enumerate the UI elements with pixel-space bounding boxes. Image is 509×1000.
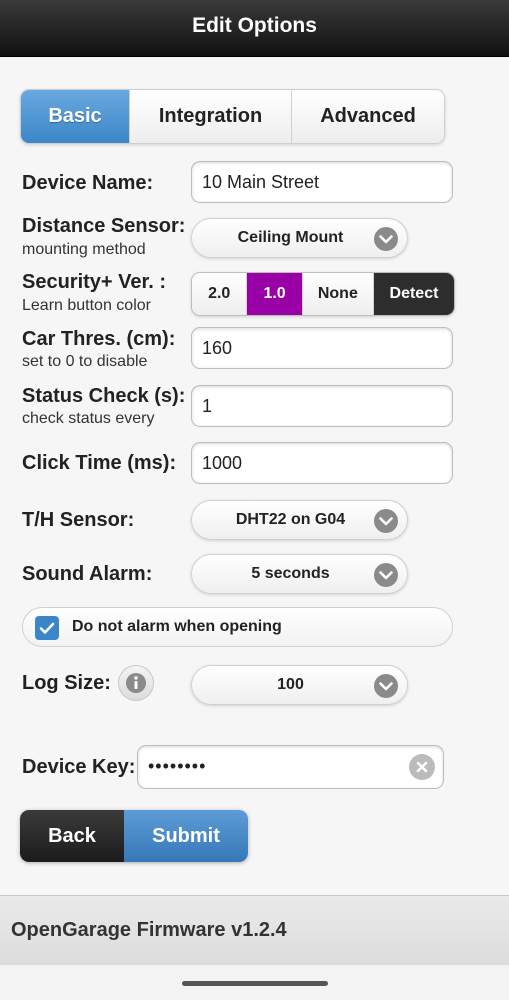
sound-alarm-label: Sound Alarm: (22, 563, 153, 585)
th-sensor-select[interactable]: DHT22 on G04 (191, 500, 408, 540)
security-option-1-0[interactable]: 1.0 (246, 273, 302, 315)
tab-integration[interactable]: Integration (129, 90, 291, 143)
system-nav-bar (0, 965, 509, 1000)
car-threshold-sublabel: set to 0 to disable (22, 353, 148, 370)
security-sublabel: Learn button color (22, 297, 151, 314)
device-key-label: Device Key: (22, 756, 136, 778)
device-name-label: Device Name: (22, 172, 154, 194)
distance-sensor-select[interactable]: Ceiling Mount (191, 218, 408, 258)
security-label: Security+ Ver. : (22, 271, 166, 293)
sound-alarm-value: 5 seconds (251, 565, 330, 582)
page-footer: OpenGarage Firmware v1.2.4 (0, 895, 509, 966)
log-size-label: Log Size: (22, 672, 111, 694)
log-size-value: 100 (277, 676, 304, 693)
device-key-value: •••••••• (148, 756, 207, 776)
chevron-down-icon (374, 563, 398, 587)
distance-sensor-label: Distance Sensor: (22, 215, 186, 237)
tab-basic[interactable]: Basic (21, 90, 129, 143)
security-option-detect[interactable]: Detect (372, 273, 454, 315)
page-header: Edit Options (0, 0, 509, 57)
distance-sensor-sublabel: mounting method (22, 241, 146, 258)
status-check-sublabel: check status every (22, 410, 155, 427)
status-check-label: Status Check (s): (22, 385, 186, 407)
form-actions: Back Submit (20, 810, 248, 862)
home-gesture-handle[interactable] (182, 981, 328, 986)
th-sensor-label: T/H Sensor: (22, 509, 135, 531)
th-sensor-value: DHT22 on G04 (235, 511, 346, 528)
no-alarm-opening-label: Do not alarm when opening (72, 618, 282, 635)
car-threshold-input[interactable]: 160 (191, 327, 453, 369)
click-time-label: Click Time (ms): (22, 452, 177, 474)
page-title: Edit Options (192, 14, 317, 37)
status-check-input[interactable]: 1 (191, 385, 453, 427)
checkbox-checked-icon[interactable] (35, 616, 59, 640)
no-alarm-opening-toggle[interactable]: Do not alarm when opening (22, 607, 453, 647)
info-icon[interactable] (118, 665, 154, 701)
chevron-down-icon (374, 509, 398, 533)
sound-alarm-select[interactable]: 5 seconds (191, 554, 408, 594)
options-form: Basic Integration Advanced Device Name: … (0, 57, 509, 895)
device-name-input[interactable]: 10 Main Street (191, 161, 453, 203)
tab-advanced[interactable]: Advanced (291, 90, 444, 143)
chevron-down-icon (374, 674, 398, 698)
back-button[interactable]: Back (20, 810, 124, 862)
car-threshold-label: Car Thres. (cm): (22, 328, 176, 350)
tab-bar: Basic Integration Advanced (20, 89, 445, 144)
click-time-input[interactable]: 1000 (191, 442, 453, 484)
security-option-none[interactable]: None (301, 273, 373, 315)
log-size-select[interactable]: 100 (191, 665, 408, 705)
device-key-input[interactable]: •••••••• (137, 745, 444, 789)
distance-sensor-value: Ceiling Mount (237, 229, 344, 246)
firmware-version: OpenGarage Firmware v1.2.4 (11, 919, 287, 941)
chevron-down-icon (374, 227, 398, 251)
clear-icon[interactable] (409, 754, 435, 780)
submit-button[interactable]: Submit (124, 810, 248, 862)
security-version-selector: 2.0 1.0 None Detect (191, 272, 455, 316)
security-option-2-0[interactable]: 2.0 (192, 273, 247, 315)
